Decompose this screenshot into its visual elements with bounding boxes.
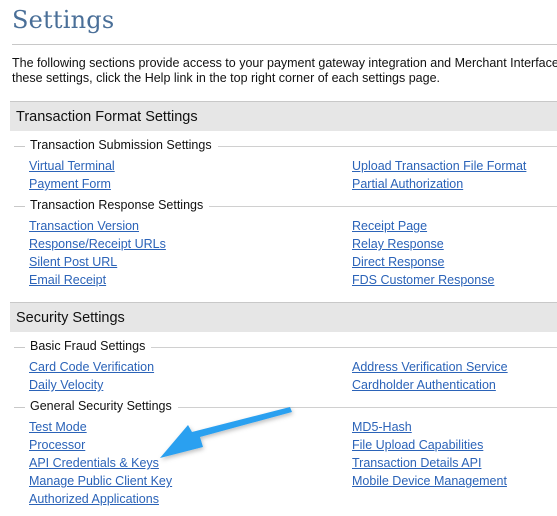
link-processor[interactable]: Processor (29, 438, 85, 452)
page-title: Settings (12, 6, 115, 34)
link-file-upload-capabilities[interactable]: File Upload Capabilities (352, 438, 483, 452)
group-title: Basic Fraud Settings (30, 339, 152, 353)
group-title: General Security Settings (30, 399, 178, 413)
link-payment-form[interactable]: Payment Form (29, 177, 111, 191)
group-header-transaction-submission: Transaction Submission Settings (14, 138, 557, 153)
link-silent-post-url[interactable]: Silent Post URL (29, 255, 117, 269)
link-direct-response[interactable]: Direct Response (352, 255, 444, 269)
link-address-verification-service[interactable]: Address Verification Service (352, 360, 508, 374)
section-header-transaction-format: Transaction Format Settings (10, 101, 557, 131)
link-manage-public-client-key[interactable]: Manage Public Client Key (29, 474, 172, 488)
section-title: Security Settings (16, 310, 125, 326)
group-divider-dash (14, 206, 25, 207)
group-divider-dash (14, 407, 25, 408)
intro-line-2: these settings, click the Help link in t… (12, 71, 441, 85)
link-fds-customer-response[interactable]: FDS Customer Response (352, 273, 494, 287)
link-upload-transaction-file-format[interactable]: Upload Transaction File Format (352, 159, 526, 173)
link-partial-authorization[interactable]: Partial Authorization (352, 177, 463, 191)
group-header-basic-fraud: Basic Fraud Settings (14, 339, 557, 354)
settings-page: Settings The following sections provide … (0, 0, 557, 516)
link-test-mode[interactable]: Test Mode (29, 420, 87, 434)
intro-text: The following sections provide access to… (12, 56, 557, 86)
arrow-shape (160, 407, 292, 458)
group-divider-dash (14, 146, 25, 147)
group-header-transaction-response: Transaction Response Settings (14, 198, 557, 213)
link-cardholder-authentication[interactable]: Cardholder Authentication (352, 378, 496, 392)
link-response-receipt-urls[interactable]: Response/Receipt URLs (29, 237, 166, 251)
link-transaction-version[interactable]: Transaction Version (29, 219, 139, 233)
link-virtual-terminal[interactable]: Virtual Terminal (29, 159, 115, 173)
link-transaction-details-api[interactable]: Transaction Details API (352, 456, 481, 470)
section-header-security: Security Settings (10, 302, 557, 332)
link-api-credentials-keys[interactable]: API Credentials & Keys (29, 456, 159, 470)
link-mobile-device-management[interactable]: Mobile Device Management (352, 474, 507, 488)
link-authorized-applications[interactable]: Authorized Applications (29, 492, 159, 506)
group-title: Transaction Submission Settings (30, 138, 218, 152)
intro-line-1: The following sections provide access to… (12, 56, 557, 70)
title-divider (12, 44, 557, 45)
section-title: Transaction Format Settings (16, 109, 198, 125)
link-receipt-page[interactable]: Receipt Page (352, 219, 427, 233)
link-email-receipt[interactable]: Email Receipt (29, 273, 106, 287)
link-daily-velocity[interactable]: Daily Velocity (29, 378, 103, 392)
group-header-general-security: General Security Settings (14, 399, 557, 414)
link-relay-response[interactable]: Relay Response (352, 237, 444, 251)
group-divider-dash (14, 347, 25, 348)
link-card-code-verification[interactable]: Card Code Verification (29, 360, 154, 374)
group-title: Transaction Response Settings (30, 198, 210, 212)
link-md5-hash[interactable]: MD5-Hash (352, 420, 412, 434)
